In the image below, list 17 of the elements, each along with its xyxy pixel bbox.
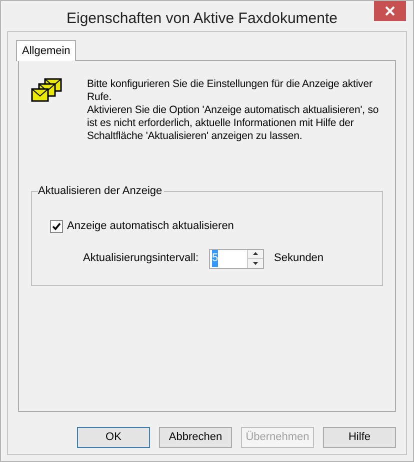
dialog-button[interactable]: Abbrechen: [159, 427, 232, 448]
window-title: Eigenschaften von Aktive Faxdokumente: [66, 9, 338, 29]
group-title: Aktualisieren der Anzeige: [38, 184, 164, 198]
close-icon: [385, 6, 395, 16]
up-arrow-icon[interactable]: [253, 252, 258, 256]
checkbox[interactable]: [50, 220, 63, 233]
description-text: Aktivieren Sie die Option 'Anzeige automatisch aktualisieren', so ist es nicht erforderlich, aktuelle Informationen mit Hilfe der Schaltfläche 'Aktualisieren' anzeigen zu lassen.: [87, 104, 380, 143]
close-button[interactable]: [374, 1, 406, 21]
description-text: Bitte konfigurieren Sie die Einstellungen für die Anzeige aktiver Rufe.: [87, 78, 374, 104]
dialog-button[interactable]: Hilfe: [323, 427, 396, 448]
interval-label: Aktualisierungsintervall:: [83, 251, 200, 266]
tab[interactable]: Allgemein: [16, 40, 76, 61]
envelopes-icon: [31, 78, 63, 104]
dialog-button[interactable]: OK: [77, 427, 150, 448]
checkbox-label: Anzeige automatisch aktualisieren: [67, 219, 234, 234]
down-arrow-icon[interactable]: [253, 262, 258, 265]
unit-label: Sekunden: [274, 251, 324, 266]
